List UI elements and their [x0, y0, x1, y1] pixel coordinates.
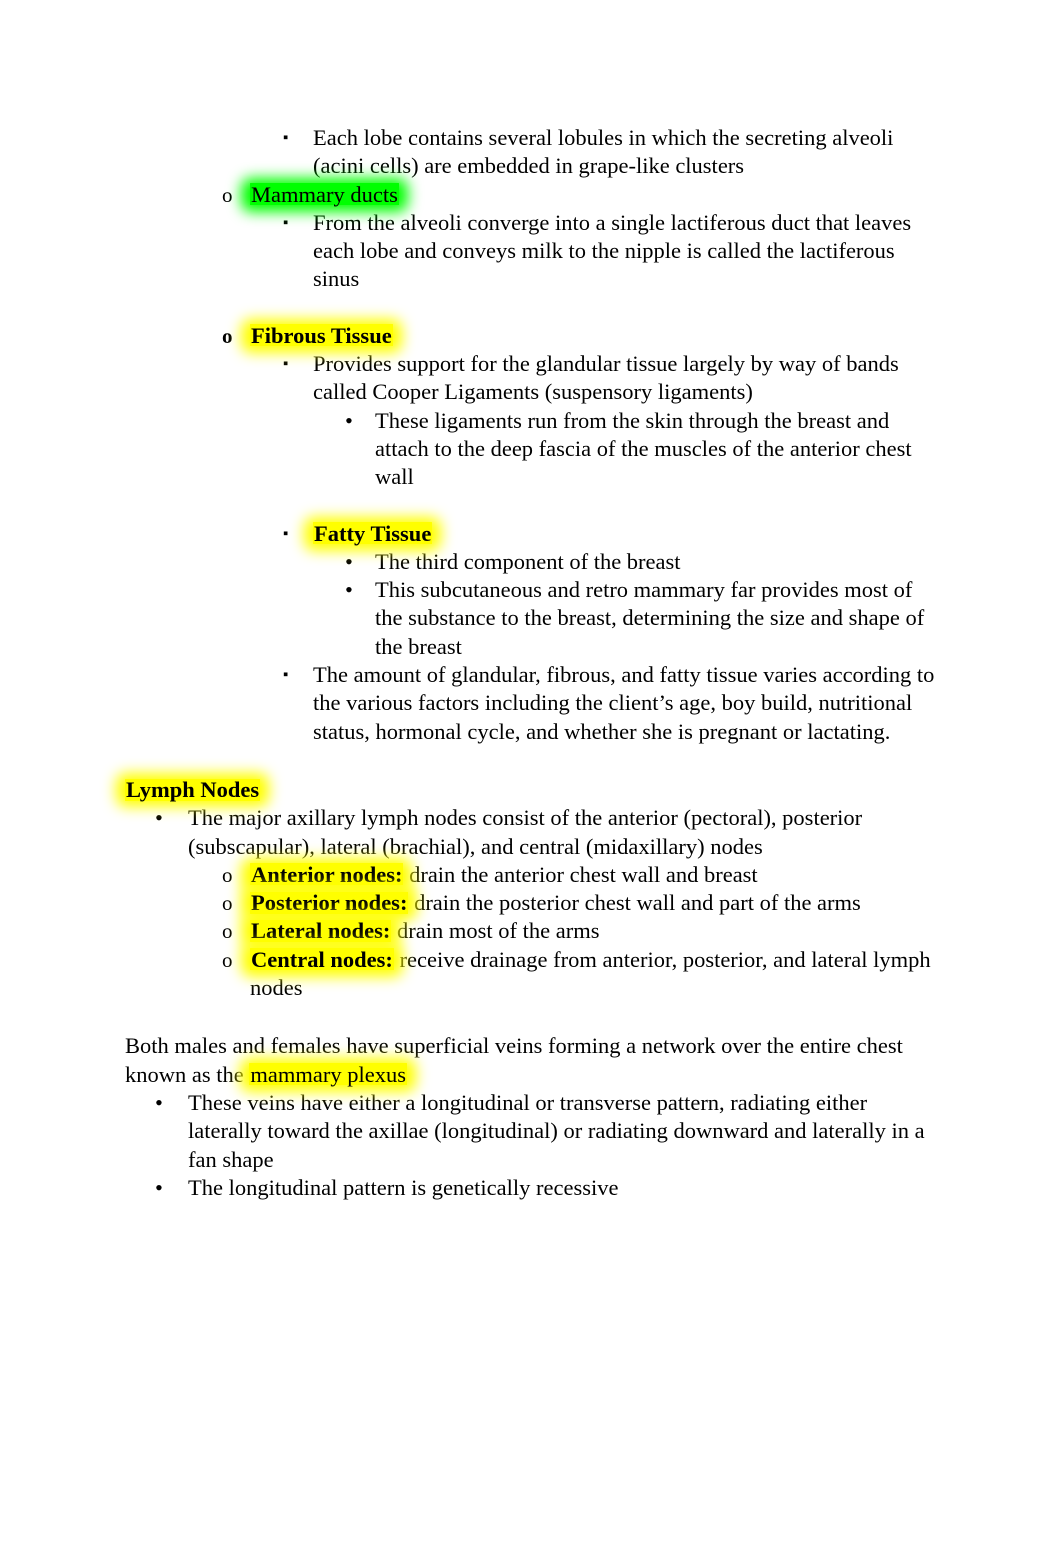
paragraph-superficial-veins: Both males and females have superficial … [125, 1032, 935, 1089]
list-item-fatty-tissue: ▪ Fatty Tissue [283, 520, 936, 548]
list-item-posterior-nodes: o Posterior nodes: drain the posterior c… [222, 889, 936, 917]
list-item: • These veins have either a longitudinal… [155, 1089, 936, 1174]
list-item: • The third component of the breast [345, 548, 936, 576]
list-item-text: Each lobe contains several lobules in wh… [313, 125, 894, 179]
list-item-text: This subcutaneous and retro mammary far … [375, 577, 925, 659]
disc-bullet-icon: • [155, 805, 163, 831]
highlight-fibrous-tissue: Fibrous Tissue [250, 322, 393, 348]
list-item-central-nodes: o Central nodes: receive drainage from a… [222, 946, 936, 1003]
list-item-text: These ligaments run from the skin throug… [375, 407, 912, 490]
square-bullet-icon: ▪ [283, 667, 289, 684]
circle-bullet-icon: o [222, 919, 233, 944]
circle-bullet-icon: o [222, 323, 233, 348]
highlight-fatty-tissue: Fatty Tissue [313, 520, 433, 546]
circle-bullet-icon: o [222, 947, 233, 972]
list-item-text: These veins have either a longitudinal o… [188, 1089, 925, 1172]
list-item: ▪ Each lobe contains several lobules in … [283, 124, 936, 181]
circle-bullet-icon: o [222, 182, 233, 207]
list-item: • This subcutaneous and retro mammary fa… [345, 576, 936, 661]
document-page: ▪ Each lobe contains several lobules in … [0, 0, 1062, 1556]
list-item-text: The major axillary lymph nodes consist o… [188, 805, 863, 859]
list-item-lateral-nodes: o Lateral nodes: drain most of the arms [222, 917, 936, 945]
list-item-mammary-ducts: o Mammary ducts [222, 181, 936, 209]
list-item: • These ligaments run from the skin thro… [345, 407, 936, 492]
list-item: ▪ The amount of glandular, fibrous, and … [283, 661, 936, 746]
highlight-mammary-ducts: Mammary ducts [250, 181, 399, 207]
disc-bullet-icon: • [155, 1174, 163, 1200]
list-item-text: The third component of the breast [375, 548, 681, 574]
list-item: ▪ From the alveoli converge into a singl… [283, 209, 936, 294]
disc-bullet-icon: • [345, 548, 353, 574]
list-item-text: The longitudinal pattern is genetically … [188, 1174, 619, 1200]
section-heading-lymph-nodes: Lymph Nodes [125, 776, 935, 804]
disc-bullet-icon: • [345, 407, 353, 433]
list-item-text: The amount of glandular, fibrous, and fa… [313, 662, 935, 744]
posterior-nodes-description: drain the posterior chest wall and part … [414, 890, 861, 916]
square-bullet-icon: ▪ [283, 525, 289, 542]
list-item: ▪ Provides support for the glandular tis… [283, 350, 936, 407]
highlight-posterior-nodes-label: Posterior nodes: [250, 890, 409, 916]
list-item-fibrous-tissue: o Fibrous Tissue [222, 322, 936, 350]
list-item-anterior-nodes: o Anterior nodes: drain the anterior che… [222, 861, 936, 889]
list-item-text: Provides support for the glandular tissu… [313, 351, 899, 405]
square-bullet-icon: ▪ [283, 214, 289, 231]
square-bullet-icon: ▪ [283, 356, 289, 373]
list-item: • The major axillary lymph nodes consist… [155, 804, 936, 861]
highlight-lateral-nodes-label: Lateral nodes: [250, 918, 392, 944]
disc-bullet-icon: • [345, 577, 353, 603]
highlight-anterior-nodes-label: Anterior nodes: [250, 861, 404, 887]
highlight-lymph-nodes: Lymph Nodes [125, 776, 261, 802]
document-body: ▪ Each lobe contains several lobules in … [0, 0, 1062, 1202]
square-bullet-icon: ▪ [283, 130, 289, 146]
anterior-nodes-description: drain the anterior chest wall and breast [409, 861, 758, 887]
highlight-central-nodes-label: Central nodes: [250, 946, 394, 972]
disc-bullet-icon: • [155, 1089, 163, 1115]
circle-bullet-icon: o [222, 891, 233, 916]
circle-bullet-icon: o [222, 862, 233, 887]
list-item-text: From the alveoli converge into a single … [313, 209, 912, 292]
highlight-mammary-plexus: mammary plexus [249, 1061, 407, 1087]
list-item: • The longitudinal pattern is geneticall… [155, 1174, 936, 1202]
lateral-nodes-description: drain most of the arms [397, 918, 600, 944]
